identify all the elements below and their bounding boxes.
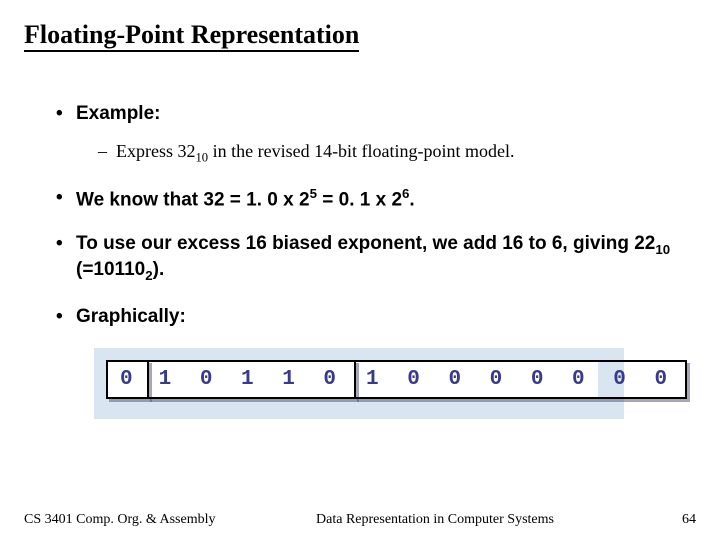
subscript-2: 2 xyxy=(145,268,152,283)
slide-title: Floating-Point Representation xyxy=(24,20,359,52)
bullet-excess-pre: To use our excess 16 biased exponent, we… xyxy=(76,233,655,254)
sub-express-pre: Express 32 xyxy=(116,141,196,161)
bullet-graphically: Graphically: xyxy=(56,305,696,329)
bit-diagram: 0 1 0 1 1 0 1 0 0 0 0 0 0 0 xyxy=(94,348,624,419)
exponent-cell: 1 0 1 1 0 xyxy=(147,360,356,399)
subscript-10b: 10 xyxy=(655,242,670,257)
bullet-example-text: Example: xyxy=(76,103,160,124)
bullet-know: We know that 32 = 1. 0 x 25 = 0. 1 x 26. xyxy=(56,186,696,212)
footer-left: CS 3401 Comp. Org. & Assembly xyxy=(24,512,234,528)
sub-express-post: in the revised 14-bit floating-point mod… xyxy=(208,141,514,161)
superscript-5: 5 xyxy=(310,186,317,201)
bit-boxes: 0 1 0 1 1 0 1 0 0 0 0 0 0 0 xyxy=(106,360,598,399)
bullet-list: Example: Express 3210 in the revised 14-… xyxy=(24,102,696,328)
sub-list: Express 3210 in the revised 14-bit float… xyxy=(76,140,696,166)
bullet-excess-mid: (=10110 xyxy=(76,259,145,280)
bullet-excess-post: ). xyxy=(153,259,165,280)
slide: Floating-Point Representation Example: E… xyxy=(0,0,720,419)
mantissa-cell: 1 0 0 0 0 0 0 0 xyxy=(354,360,687,399)
footer-page-number: 64 xyxy=(636,512,696,528)
bullet-excess: To use our excess 16 biased exponent, we… xyxy=(56,232,696,285)
sign-bit-cell: 0 xyxy=(106,360,149,399)
bullet-know-mid: = 0. 1 x 2 xyxy=(317,189,402,210)
bullet-know-post: . xyxy=(409,189,414,210)
subscript-10a: 10 xyxy=(196,150,209,164)
sub-express: Express 3210 in the revised 14-bit float… xyxy=(98,140,696,166)
bullet-example: Example: Express 3210 in the revised 14-… xyxy=(56,102,696,166)
bullet-graphically-text: Graphically: xyxy=(76,306,186,327)
footer: CS 3401 Comp. Org. & Assembly Data Repre… xyxy=(0,512,720,528)
bullet-know-pre: We know that 32 = 1. 0 x 2 xyxy=(76,189,310,210)
footer-center: Data Representation in Computer Systems xyxy=(234,512,636,528)
